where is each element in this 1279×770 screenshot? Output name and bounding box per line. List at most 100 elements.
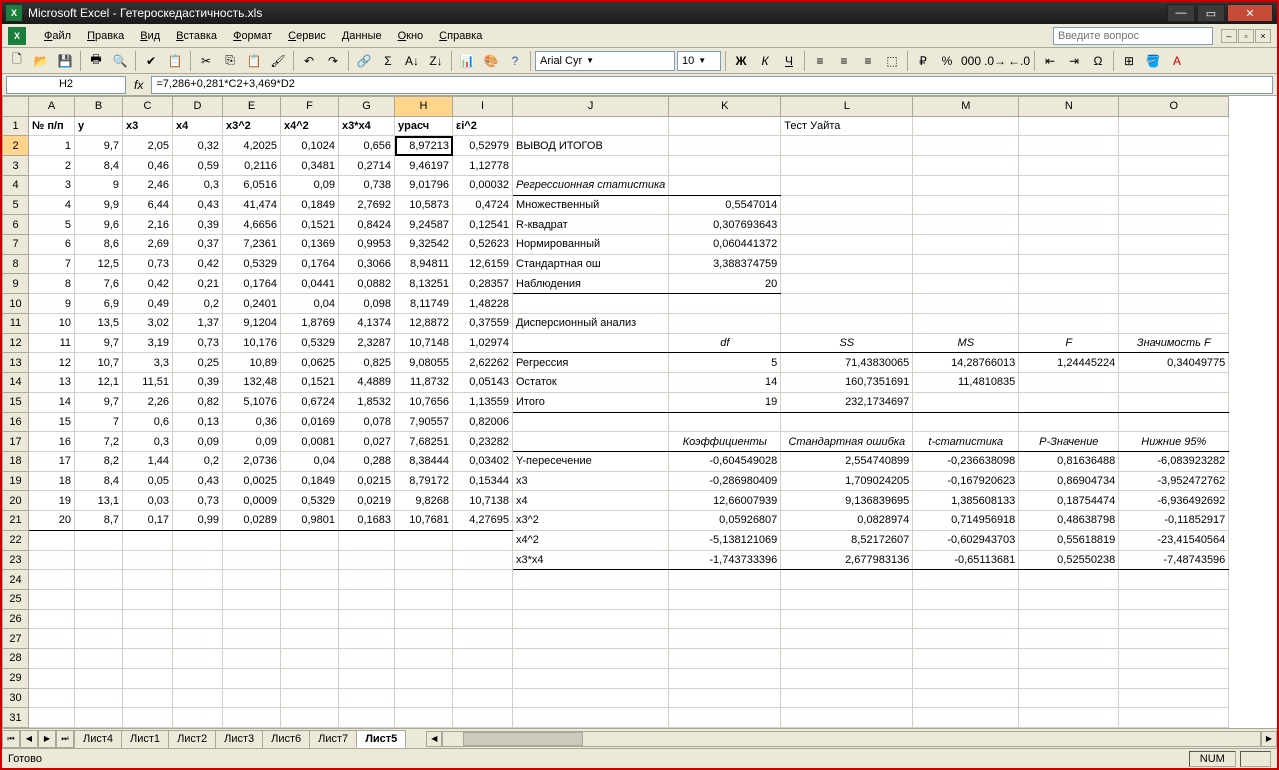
- cell-M28[interactable]: [913, 649, 1019, 669]
- cell-C22[interactable]: [123, 530, 173, 550]
- cell-K22[interactable]: -5,138121069: [669, 530, 781, 550]
- sort-asc-button[interactable]: A↓: [401, 50, 423, 72]
- undo-button[interactable]: ↶: [298, 50, 320, 72]
- cell-D21[interactable]: 0,99: [173, 511, 223, 531]
- cell-F22[interactable]: [281, 530, 339, 550]
- cell-K5[interactable]: 0,5547014: [669, 195, 781, 215]
- cell-E15[interactable]: 5,1076: [223, 392, 281, 412]
- cell-L19[interactable]: 1,709024205: [781, 471, 913, 491]
- cell-M26[interactable]: [913, 609, 1019, 629]
- cell-A8[interactable]: 7: [29, 254, 75, 274]
- redo-button[interactable]: ↷: [322, 50, 344, 72]
- cell-F29[interactable]: [281, 668, 339, 688]
- cell-E27[interactable]: [223, 629, 281, 649]
- cell-M20[interactable]: 1,385608133: [913, 491, 1019, 511]
- cell-F17[interactable]: 0,0081: [281, 432, 339, 452]
- cell-K3[interactable]: [669, 156, 781, 176]
- cell-K13[interactable]: 5: [669, 353, 781, 373]
- menu-Сервис[interactable]: Сервис: [280, 27, 334, 45]
- cell-G1[interactable]: x3*x4: [339, 116, 395, 136]
- cell-N1[interactable]: [1019, 116, 1119, 136]
- cell-E12[interactable]: 10,176: [223, 333, 281, 353]
- cell-B1[interactable]: y: [75, 116, 123, 136]
- cell-F25[interactable]: [281, 589, 339, 609]
- open-button[interactable]: 📂: [30, 50, 52, 72]
- cell-I27[interactable]: [453, 629, 513, 649]
- cell-N6[interactable]: [1019, 215, 1119, 235]
- cell-G9[interactable]: 0,0882: [339, 274, 395, 294]
- cell-L22[interactable]: 8,52172607: [781, 530, 913, 550]
- cell-B21[interactable]: 8,7: [75, 511, 123, 531]
- fx-icon[interactable]: fx: [134, 78, 143, 92]
- cell-D14[interactable]: 0,39: [173, 373, 223, 393]
- cell-E8[interactable]: 0,5329: [223, 254, 281, 274]
- cell-K25[interactable]: [669, 589, 781, 609]
- row-header-17[interactable]: 17: [3, 432, 29, 452]
- cell-K4[interactable]: [669, 175, 781, 195]
- cell-O12[interactable]: Значимость F: [1119, 333, 1229, 353]
- cell-B12[interactable]: 9,7: [75, 333, 123, 353]
- cell-D5[interactable]: 0,43: [173, 195, 223, 215]
- font-name-combo[interactable]: Arial Cyr▼: [535, 51, 675, 71]
- cell-E22[interactable]: [223, 530, 281, 550]
- research-button[interactable]: 📋: [164, 50, 186, 72]
- cell-C25[interactable]: [123, 589, 173, 609]
- cell-F24[interactable]: [281, 570, 339, 590]
- cell-N3[interactable]: [1019, 156, 1119, 176]
- cell-D27[interactable]: [173, 629, 223, 649]
- cell-O3[interactable]: [1119, 156, 1229, 176]
- sort-desc-button[interactable]: Z↓: [425, 50, 447, 72]
- cell-L11[interactable]: [781, 313, 913, 333]
- cell-M11[interactable]: [913, 313, 1019, 333]
- cell-I9[interactable]: 0,28357: [453, 274, 513, 294]
- cell-K1[interactable]: [669, 116, 781, 136]
- cell-B28[interactable]: [75, 649, 123, 669]
- cell-I3[interactable]: 1,12778: [453, 156, 513, 176]
- row-header-31[interactable]: 31: [3, 708, 29, 728]
- cell-A30[interactable]: [29, 688, 75, 708]
- cell-J28[interactable]: [513, 649, 669, 669]
- cell-M6[interactable]: [913, 215, 1019, 235]
- cell-E9[interactable]: 0,1764: [223, 274, 281, 294]
- cell-L26[interactable]: [781, 609, 913, 629]
- borders-button[interactable]: ⊞: [1118, 50, 1140, 72]
- col-header-A[interactable]: A: [29, 97, 75, 117]
- cell-C26[interactable]: [123, 609, 173, 629]
- row-header-29[interactable]: 29: [3, 668, 29, 688]
- cell-E6[interactable]: 4,6656: [223, 215, 281, 235]
- cell-K15[interactable]: 19: [669, 392, 781, 412]
- cell-N25[interactable]: [1019, 589, 1119, 609]
- cell-O28[interactable]: [1119, 649, 1229, 669]
- cell-G15[interactable]: 1,8532: [339, 392, 395, 412]
- cell-C18[interactable]: 1,44: [123, 451, 173, 471]
- cell-B23[interactable]: [75, 550, 123, 570]
- menu-Данные[interactable]: Данные: [334, 27, 390, 45]
- cell-O30[interactable]: [1119, 688, 1229, 708]
- cell-M7[interactable]: [913, 235, 1019, 255]
- col-header-G[interactable]: G: [339, 97, 395, 117]
- cell-J21[interactable]: x3^2: [513, 511, 669, 531]
- cell-G5[interactable]: 2,7692: [339, 195, 395, 215]
- sheet-tab-Лист2[interactable]: Лист2: [168, 730, 216, 748]
- cell-K6[interactable]: 0,307693643: [669, 215, 781, 235]
- cell-F11[interactable]: 1,8769: [281, 313, 339, 333]
- cell-H31[interactable]: [395, 708, 453, 728]
- cell-A26[interactable]: [29, 609, 75, 629]
- cell-N13[interactable]: 1,24445224: [1019, 353, 1119, 373]
- cell-F7[interactable]: 0,1369: [281, 235, 339, 255]
- cell-E19[interactable]: 0,0025: [223, 471, 281, 491]
- increase-indent-button[interactable]: ⇥: [1063, 50, 1085, 72]
- cell-H7[interactable]: 9,32542: [395, 235, 453, 255]
- cell-L27[interactable]: [781, 629, 913, 649]
- cell-L5[interactable]: [781, 195, 913, 215]
- cell-A11[interactable]: 10: [29, 313, 75, 333]
- cell-O19[interactable]: -3,952472762: [1119, 471, 1229, 491]
- cell-M21[interactable]: 0,714956918: [913, 511, 1019, 531]
- row-header-7[interactable]: 7: [3, 235, 29, 255]
- col-header-C[interactable]: C: [123, 97, 173, 117]
- cell-B17[interactable]: 7,2: [75, 432, 123, 452]
- row-header-18[interactable]: 18: [3, 451, 29, 471]
- cell-C5[interactable]: 6,44: [123, 195, 173, 215]
- cell-B4[interactable]: 9: [75, 175, 123, 195]
- cell-F21[interactable]: 0,9801: [281, 511, 339, 531]
